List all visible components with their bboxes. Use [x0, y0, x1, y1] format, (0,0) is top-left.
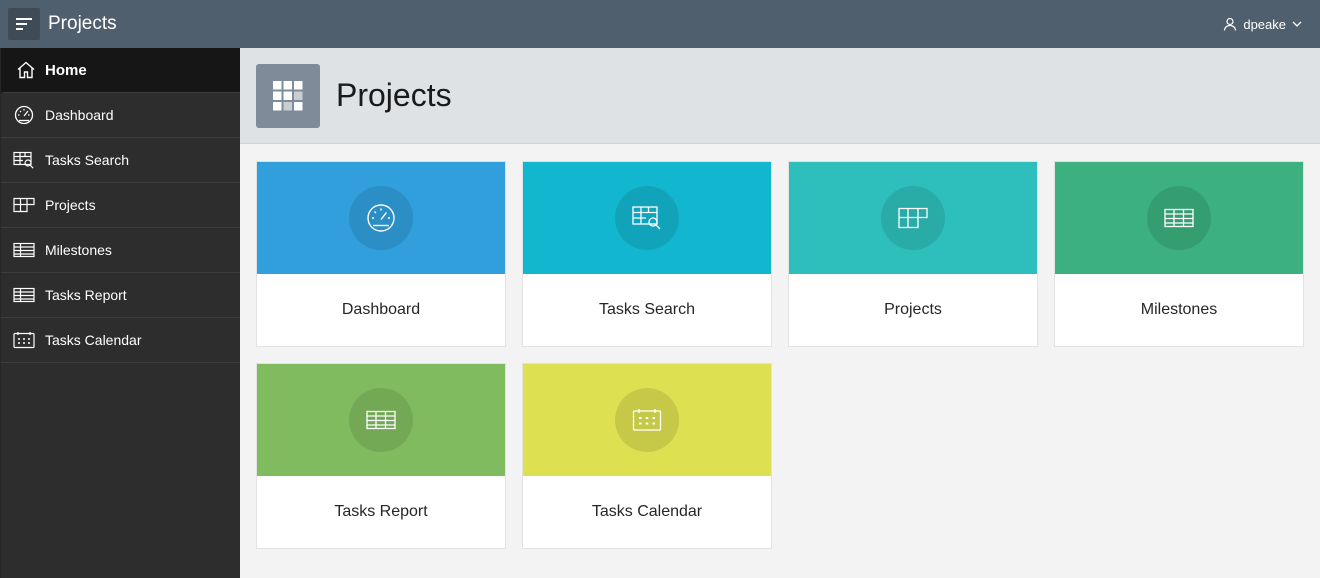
table-icon: [1, 287, 45, 303]
sidebar-item-projects[interactable]: Projects: [1, 183, 240, 228]
top-navigation-bar: Projects dpeake: [0, 0, 1320, 48]
card-label: Milestones: [1140, 301, 1218, 318]
sidebar-item-milestones[interactable]: Milestones: [1, 228, 240, 273]
app-title[interactable]: Projects: [48, 13, 117, 35]
card-tasks-calendar[interactable]: Tasks Calendar: [522, 363, 772, 549]
table-icon: [1164, 208, 1194, 228]
calendar-icon: [1, 331, 45, 349]
gauge-icon: [1, 105, 45, 125]
user-name: dpeake: [1243, 16, 1286, 32]
card-tasks-report[interactable]: Tasks Report: [256, 363, 506, 549]
card-icon-circle: [615, 388, 679, 452]
sidebar-navigation: Home Dashboard Tasks Search Projects Mil…: [0, 48, 240, 578]
card-label: Dashboard: [341, 301, 421, 318]
sidebar-item-label: Tasks Search: [45, 152, 130, 168]
sidebar-item-label: Dashboard: [45, 107, 114, 123]
table-grid-icon: [898, 207, 928, 229]
user-icon: [1224, 17, 1237, 31]
card-label: Tasks Report: [334, 503, 428, 520]
sidebar-item-dashboard[interactable]: Dashboard: [1, 93, 240, 138]
card-banner: [257, 162, 505, 274]
card-icon-circle: [349, 388, 413, 452]
sidebar-item-label: Milestones: [45, 242, 112, 258]
card-banner: [1055, 162, 1303, 274]
hamburger-menu-button[interactable]: [8, 8, 40, 40]
calendar-icon: [632, 409, 662, 431]
card-banner: [257, 364, 505, 476]
gauge-icon: [367, 204, 395, 232]
card-icon-circle: [881, 186, 945, 250]
sidebar-item-label: Projects: [45, 197, 96, 213]
card-icon-circle: [349, 186, 413, 250]
user-menu[interactable]: dpeake: [1223, 0, 1302, 48]
home-icon: [4, 60, 45, 80]
sidebar-item-label: Tasks Report: [45, 287, 127, 303]
card-label: Tasks Calendar: [591, 503, 703, 520]
table-icon: [366, 410, 396, 430]
sidebar-item-home[interactable]: Home: [1, 48, 240, 93]
sidebar-item-label: Home: [45, 61, 87, 79]
sidebar-item-tasks-report[interactable]: Tasks Report: [1, 273, 240, 318]
card-milestones[interactable]: Milestones: [1054, 161, 1304, 347]
card-banner: [789, 162, 1037, 274]
chevron-down-icon: [1292, 21, 1302, 27]
hamburger-menu-icon: [16, 18, 32, 30]
table-search-icon: [1, 151, 45, 169]
card-banner: [523, 162, 771, 274]
table-search-icon: [632, 206, 661, 230]
card-banner: [523, 364, 771, 476]
table-grid-icon: [1, 197, 45, 213]
app-grid-icon: [256, 64, 320, 128]
table-icon: [1, 242, 45, 258]
card-tasks-search[interactable]: Tasks Search: [522, 161, 772, 347]
card-dashboard[interactable]: Dashboard: [256, 161, 506, 347]
page-hero-region: Projects: [240, 48, 1320, 144]
card-projects[interactable]: Projects: [788, 161, 1038, 347]
sidebar-item-tasks-calendar[interactable]: Tasks Calendar: [1, 318, 240, 363]
sidebar-item-tasks-search[interactable]: Tasks Search: [1, 138, 240, 183]
card-label: Projects: [884, 301, 942, 318]
card-icon-circle: [615, 186, 679, 250]
sidebar-item-label: Tasks Calendar: [45, 332, 142, 348]
page-title: Projects: [336, 77, 452, 113]
card-label: Tasks Search: [598, 301, 696, 318]
card-icon-circle: [1147, 186, 1211, 250]
